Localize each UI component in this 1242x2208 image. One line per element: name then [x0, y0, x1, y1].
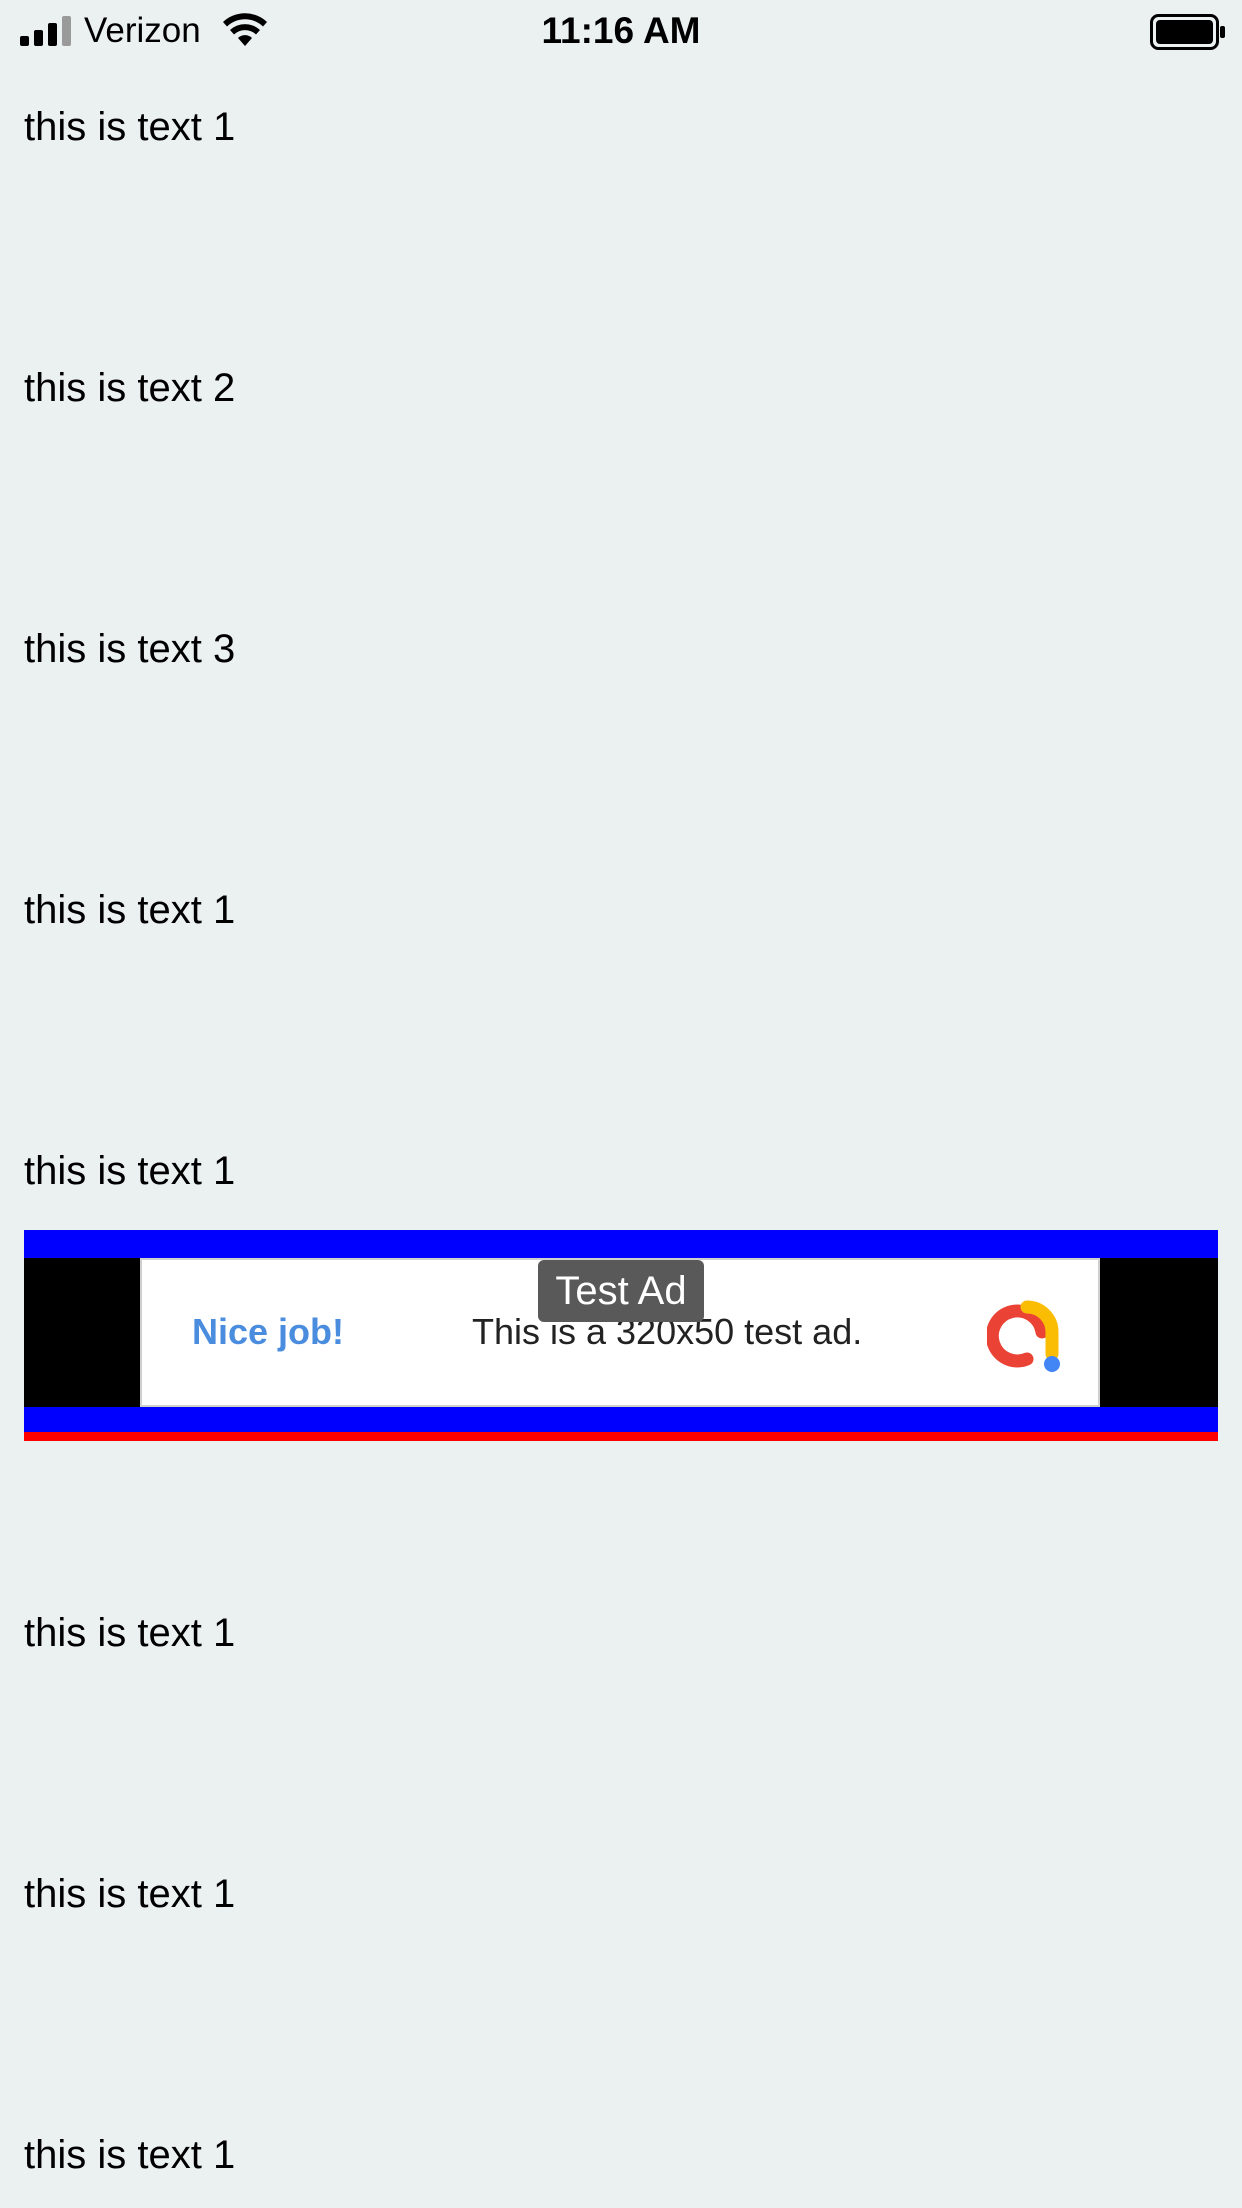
battery-icon	[1150, 14, 1225, 50]
list-item: this is text 1	[24, 888, 236, 932]
ad-frame-red-line	[24, 1432, 1218, 1441]
list-item: this is text 2	[24, 366, 236, 410]
status-bar: Verizon 11:16 AM	[0, 0, 1242, 62]
ad-logo-icon[interactable]	[987, 1294, 1067, 1374]
ad-headline[interactable]: Nice job!	[192, 1310, 344, 1354]
list-item: this is text 1	[24, 1149, 236, 1193]
list-item: this is text 1	[24, 1611, 236, 1655]
list-item: this is text 3	[24, 627, 236, 671]
list-item: this is text 1	[24, 105, 236, 149]
list-item: this is text 1	[24, 1872, 236, 1916]
status-time: 11:16 AM	[541, 10, 701, 51]
ad-frame-top	[24, 1230, 1218, 1258]
test-ad-badge: Test Ad	[538, 1260, 704, 1322]
list-item: this is text 1	[24, 2133, 236, 2177]
ad-frame-bottom	[24, 1407, 1218, 1432]
